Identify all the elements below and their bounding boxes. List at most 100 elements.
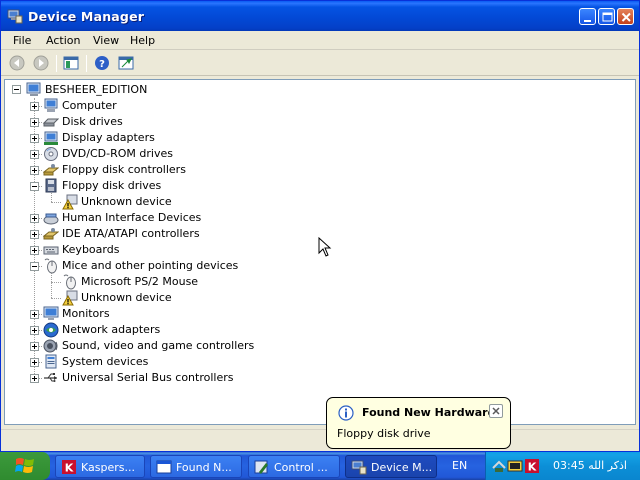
tree-connector — [51, 282, 61, 283]
language-indicator[interactable]: EN — [452, 459, 467, 472]
tree-item[interactable]: DVD/CD-ROM drives — [43, 146, 363, 162]
title-bar[interactable]: Device Manager — [1, 1, 639, 31]
task-found-new-hardware[interactable]: Found N... — [150, 455, 242, 478]
tree-expander[interactable] — [30, 102, 39, 111]
tree-connector — [51, 298, 61, 299]
computer-icon — [26, 82, 41, 96]
tree-expander[interactable] — [30, 230, 39, 239]
tree-item-label: DVD/CD-ROM drives — [62, 147, 173, 160]
help-icon[interactable]: ? — [94, 55, 110, 71]
tree-item[interactable]: Mice and other pointing devices — [43, 258, 363, 274]
tree-expander[interactable] — [30, 326, 39, 335]
minimize-button[interactable] — [579, 8, 596, 25]
tree-item-label: Unknown device — [81, 195, 172, 208]
tree-item[interactable]: Computer — [43, 98, 363, 114]
tree-item[interactable]: Unknown device — [62, 290, 382, 306]
tree-root[interactable]: BESHEER_EDITION — [26, 82, 226, 98]
clock[interactable]: 03:45 اذكر الله — [553, 459, 627, 472]
tree-item-label: Network adapters — [62, 323, 161, 336]
task-control-panel[interactable]: Control ... — [248, 455, 340, 478]
tree-item[interactable]: Universal Serial Bus controllers — [43, 370, 363, 386]
kaspersky-tray-icon[interactable]: K — [524, 458, 540, 474]
unknown-device-warning-icon — [62, 194, 78, 210]
task-label: Control ... — [274, 461, 328, 474]
menu-view[interactable]: View — [93, 34, 119, 47]
close-button[interactable] — [617, 8, 634, 25]
menu-help[interactable]: Help — [130, 34, 155, 47]
network-icon[interactable] — [507, 458, 523, 474]
task-kaspersky[interactable]: K Kaspers... — [55, 455, 145, 478]
tree-expander[interactable] — [30, 262, 39, 271]
task-device-manager[interactable]: Device M... — [345, 455, 437, 478]
svg-text:K: K — [65, 462, 74, 475]
balloon-close-button[interactable] — [489, 404, 503, 418]
tree-item-label: Sound, video and game controllers — [62, 339, 255, 352]
tree-expander[interactable] — [30, 166, 39, 175]
info-icon — [338, 405, 354, 421]
tree-item-label: Disk drives — [62, 115, 123, 128]
balloon-title: Found New Hardware — [362, 406, 496, 419]
windows-logo-icon — [15, 458, 34, 473]
keyboard-icon — [43, 246, 59, 255]
menu-file[interactable]: File — [13, 34, 31, 47]
network-adapter-icon — [43, 322, 59, 338]
tree-expander[interactable] — [30, 214, 39, 223]
task-label: Device M... — [371, 461, 433, 474]
start-button[interactable] — [0, 452, 50, 480]
window-title: Device Manager — [28, 9, 145, 24]
window-icon — [156, 460, 172, 474]
tree-item[interactable]: Monitors — [43, 306, 363, 322]
display-adapter-icon — [44, 131, 58, 145]
tree-expander[interactable] — [30, 118, 39, 127]
tree-item[interactable]: IDE ATA/ATAPI controllers — [43, 226, 363, 242]
tree-expander[interactable] — [30, 342, 39, 351]
toolbar-separator — [86, 55, 87, 72]
tree-item[interactable]: Keyboards — [43, 242, 363, 258]
tree-expander[interactable] — [30, 150, 39, 159]
controller-icon — [43, 228, 59, 240]
tree-item-label: Keyboards — [62, 243, 120, 256]
tree-expander[interactable] — [30, 182, 39, 191]
show-hide-console-tree-icon[interactable] — [63, 55, 79, 71]
floppy-drive-icon — [45, 178, 57, 193]
tree-item[interactable]: Human Interface Devices — [43, 210, 363, 226]
notification-balloon[interactable]: Found New Hardware Floppy disk drive — [326, 397, 511, 449]
back-icon[interactable] — [9, 55, 25, 71]
tree-expander[interactable] — [30, 358, 39, 367]
cdrom-icon — [44, 147, 58, 161]
menu-action[interactable]: Action — [46, 34, 80, 47]
tree-item[interactable]: Sound, video and game controllers — [43, 338, 363, 354]
disk-drive-icon — [43, 118, 59, 127]
forward-icon[interactable] — [33, 55, 49, 71]
hid-icon — [43, 213, 59, 225]
tree-item[interactable]: Disk drives — [43, 114, 363, 130]
tree-expander[interactable] — [30, 374, 39, 383]
tree-item-label: Unknown device — [81, 291, 172, 304]
close-icon — [492, 407, 500, 415]
close-icon — [621, 12, 631, 22]
tree-item[interactable]: Floppy disk controllers — [43, 162, 363, 178]
maximize-button[interactable] — [598, 8, 615, 25]
minimize-icon — [584, 20, 591, 22]
properties-icon[interactable] — [118, 55, 134, 71]
tree-connector — [51, 282, 52, 298]
tree-item-label: Computer — [62, 99, 117, 112]
tree-item[interactable]: Microsoft PS/2 Mouse — [62, 274, 382, 290]
tree-expander[interactable] — [30, 310, 39, 319]
kaspersky-icon: K — [62, 460, 76, 475]
taskbar: K Kaspers... Found N... Control ... Devi… — [0, 452, 640, 480]
root-collapse-expander[interactable] — [12, 85, 21, 94]
tree-item[interactable]: Network adapters — [43, 322, 363, 338]
tree-expander[interactable] — [30, 246, 39, 255]
safely-remove-hardware-icon[interactable] — [491, 458, 507, 474]
tree-expander[interactable] — [30, 134, 39, 143]
tree-connector — [51, 202, 61, 203]
mouse-icon — [63, 274, 76, 290]
mouse-icon — [44, 258, 57, 274]
tree-item-label: Universal Serial Bus controllers — [62, 371, 234, 384]
tree-item[interactable]: Floppy disk drives — [43, 178, 363, 194]
tree-item-label: Microsoft PS/2 Mouse — [81, 275, 199, 288]
tree-item[interactable]: System devices — [43, 354, 363, 370]
tree-item[interactable]: Display adapters — [43, 130, 363, 146]
tree-item[interactable]: Unknown device — [62, 194, 382, 210]
